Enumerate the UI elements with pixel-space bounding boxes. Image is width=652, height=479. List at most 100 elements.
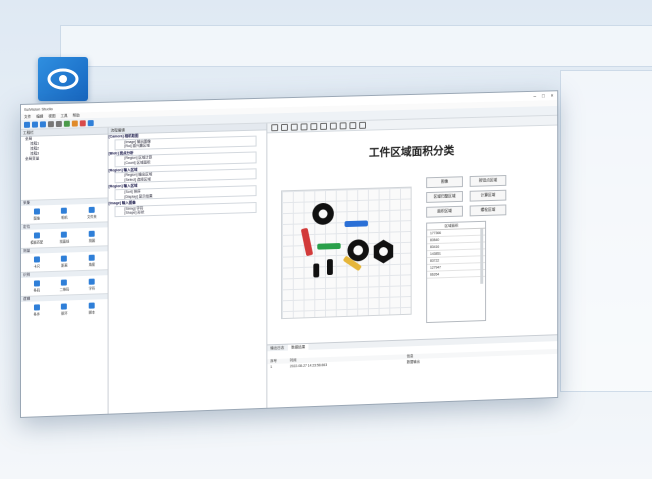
red-screw-icon [300, 227, 314, 257]
tool-item[interactable]: 找直线 [51, 231, 79, 244]
process-list: [Camera] 相机取图 [Image] 输出图像 [Roi] 感兴趣区域 [… [109, 130, 267, 218]
tool-label: 条件 [33, 312, 40, 317]
export-icon[interactable] [359, 121, 366, 129]
app-window: SciVision Studio – □ × 文件 编辑 视图 工具 帮助 工程… [20, 90, 559, 418]
angle-icon [88, 254, 95, 261]
menu-edit[interactable]: 编辑 [36, 114, 43, 119]
project-tree: 全局 流程1 流程2 流程3 全局变量 [21, 135, 108, 162]
menu-help[interactable]: 帮助 [73, 113, 80, 118]
distance-icon [61, 255, 68, 262]
tool-label: 找直线 [59, 239, 70, 244]
maximize-icon[interactable]: □ [542, 93, 545, 99]
fit-icon[interactable] [290, 123, 298, 131]
process-panel: 流程编辑 [Camera] 相机取图 [Image] 输出图像 [Roi] 感兴… [108, 123, 268, 414]
log-info: 数据输出 [406, 359, 420, 365]
tool-label: 二维码 [59, 287, 70, 292]
tool-item[interactable]: 相机 [51, 207, 79, 220]
grid-icon[interactable] [349, 122, 357, 130]
window-title: SciVision Studio [23, 106, 53, 112]
menu-view[interactable]: 视图 [48, 114, 55, 119]
inspection-image[interactable] [281, 186, 412, 320]
tool-label: 字符 [88, 286, 96, 291]
barcode-icon [33, 280, 40, 287]
background-window-top [60, 25, 652, 67]
match-icon [33, 232, 40, 239]
folder-icon [88, 206, 95, 213]
list-scrollbar[interactable] [480, 228, 484, 284]
tool-item[interactable]: 二维码 [51, 279, 79, 292]
area-value[interactable]: 66264 [427, 269, 486, 279]
new-icon[interactable] [23, 121, 30, 128]
menu-tools[interactable]: 工具 [60, 113, 67, 118]
stop-icon[interactable] [79, 119, 86, 126]
redo-icon[interactable] [55, 120, 62, 127]
close-icon[interactable]: × [551, 93, 554, 99]
rect-icon[interactable] [310, 123, 318, 131]
tool-item[interactable]: 卡尺 [23, 256, 51, 269]
tool-item[interactable]: 条码 [23, 280, 51, 293]
tab-output-log[interactable]: 输出日志 [270, 345, 284, 351]
camera-icon [61, 207, 68, 214]
condition-icon [33, 304, 40, 311]
save-icon[interactable] [39, 120, 46, 127]
project-panel: 工程栏 全局 流程1 流程2 流程3 全局变量 采集 图像 相机 文件夹 定位 … [20, 127, 109, 417]
loop-icon [61, 303, 68, 310]
tool-label: 距离 [61, 263, 68, 268]
tool-item[interactable]: 脚本 [78, 302, 105, 315]
tool-label: 图像 [33, 216, 40, 221]
tab-data-result[interactable]: 数据结果 [288, 343, 309, 351]
hex-nut-icon [373, 239, 394, 264]
compute-region-button[interactable]: 计算区域 [469, 189, 507, 202]
tool-label: 条码 [33, 288, 40, 293]
tool-item[interactable]: 距离 [51, 255, 79, 268]
image-button[interactable]: 图像 [426, 176, 463, 189]
tool-item[interactable]: 角度 [78, 254, 105, 267]
tool-item[interactable]: 图像 [23, 208, 51, 221]
tool-item[interactable]: 循环 [51, 303, 79, 316]
run-icon[interactable] [63, 120, 70, 127]
open-icon[interactable] [31, 121, 38, 128]
tool-item[interactable]: 文件夹 [78, 206, 105, 219]
blue-screw-icon [344, 220, 368, 228]
tool-label: 卡尺 [33, 264, 40, 269]
line-icon [61, 231, 68, 238]
result-panel: 工件区域面积分类 图像 按钮点区域 区域归整区域 计算区域 面积区域 螺栓区域 … [267, 115, 558, 408]
zoom-in-icon[interactable] [271, 124, 279, 132]
script-icon [88, 302, 95, 309]
loop-icon[interactable] [71, 119, 78, 127]
washer-icon [312, 202, 334, 226]
tool-item[interactable]: 模板匹配 [23, 232, 51, 245]
tool-label: 角度 [88, 262, 96, 267]
green-screw-icon [317, 243, 341, 250]
bolt-region-button[interactable]: 螺栓区域 [469, 204, 507, 217]
tool-group: 条件 循环 脚本 [21, 299, 108, 320]
tool-item[interactable]: 找圆 [78, 230, 105, 243]
caliper-icon [33, 256, 40, 263]
minimize-icon[interactable]: – [533, 93, 536, 99]
pan-icon[interactable] [300, 123, 308, 131]
undo-icon[interactable] [47, 120, 54, 127]
measure-icon[interactable] [339, 122, 347, 130]
point-region-button[interactable]: 按钮点区域 [469, 175, 507, 187]
tool-item[interactable]: 字符 [78, 278, 105, 291]
tool-label: 循环 [61, 311, 68, 316]
settings-icon[interactable] [87, 119, 94, 126]
black-bolt-icon [327, 259, 333, 276]
tool-label: 相机 [61, 215, 68, 220]
zoom-out-icon[interactable] [281, 123, 288, 131]
circle-icon[interactable] [320, 122, 328, 130]
polygon-icon[interactable] [329, 122, 337, 130]
app-logo-icon [38, 57, 88, 101]
background-window-right [560, 70, 652, 392]
tool-label: 文件夹 [87, 214, 97, 219]
image-icon [33, 208, 40, 215]
ocr-icon [88, 278, 95, 285]
normalize-region-button[interactable]: 区域归整区域 [426, 191, 463, 203]
result-canvas: 工件区域面积分类 图像 按钮点区域 区域归整区域 计算区域 面积区域 螺栓区域 … [267, 125, 558, 344]
menu-file[interactable]: 文件 [24, 114, 31, 119]
area-result-list: 区域面积 177366 83540 83416 143851 83722 127… [426, 220, 487, 324]
area-region-button[interactable]: 面积区域 [426, 205, 463, 218]
log-panel: 输出日志 数据结果 序号 时间 信息 1 2022-08-27 14:23:58… [267, 334, 558, 408]
tool-item[interactable]: 条件 [23, 304, 51, 317]
black-screw-icon [313, 263, 320, 278]
